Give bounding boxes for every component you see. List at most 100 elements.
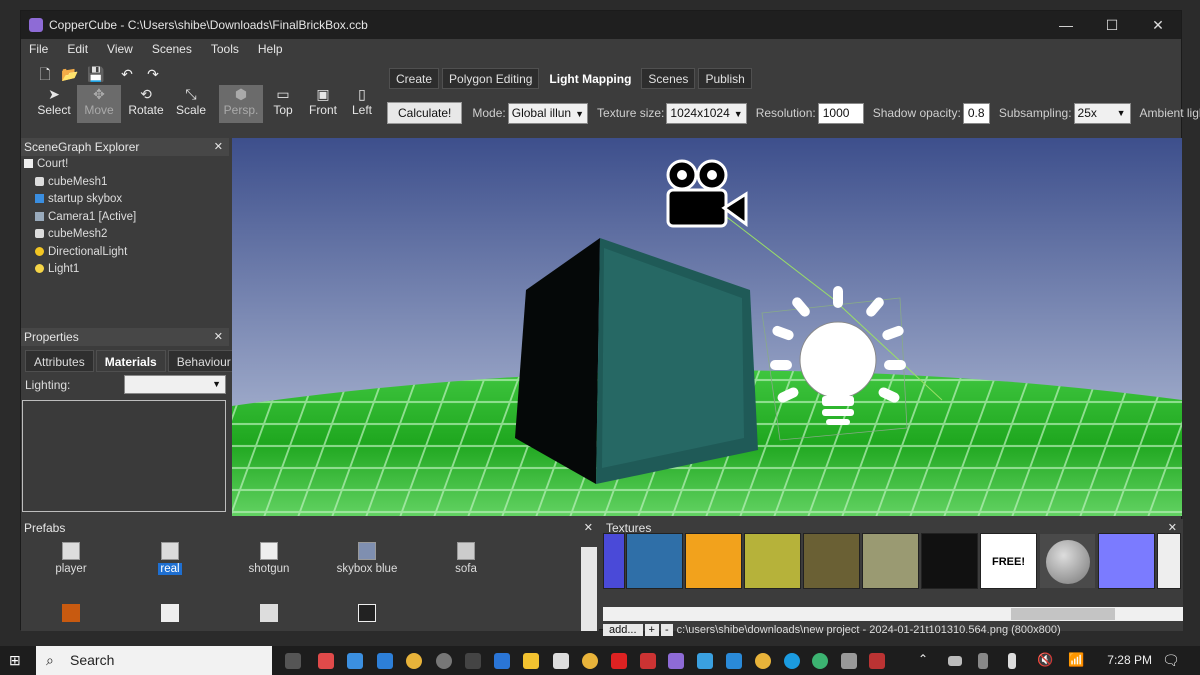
texture-thumb[interactable] — [685, 533, 742, 589]
texture-thumb[interactable] — [862, 533, 919, 589]
close-icon[interactable]: ✕ — [214, 138, 223, 156]
tab-create[interactable]: Create — [389, 68, 440, 89]
app-icon[interactable] — [697, 653, 713, 669]
menu-edit[interactable]: Edit — [67, 42, 88, 56]
texture-size-select[interactable]: 1024x1024 ▼ — [666, 102, 747, 124]
winrar-icon[interactable] — [869, 653, 885, 669]
prefab-thumbnail[interactable] — [260, 604, 278, 622]
close-icon[interactable]: ✕ — [584, 519, 593, 537]
menu-help[interactable]: Help — [258, 42, 283, 56]
wifi-icon[interactable]: 📶 — [1068, 652, 1084, 668]
zoom-in-button[interactable]: + — [644, 624, 659, 636]
store-icon[interactable] — [347, 653, 363, 669]
taskbar-clock[interactable]: 7:28 PM — [1107, 646, 1152, 675]
tab-light-mapping[interactable]: Light Mapping — [542, 68, 639, 89]
app-icon[interactable] — [640, 653, 656, 669]
resolution-input[interactable]: 1000 — [817, 102, 864, 124]
tree-item-root[interactable]: Court! — [21, 156, 229, 174]
new-file-icon[interactable]: 🗋 — [37, 67, 53, 81]
mode-select[interactable]: Global illun ▼ — [507, 102, 589, 124]
texture-thumb[interactable] — [1098, 533, 1155, 589]
tree-item-skybox[interactable]: startup skybox — [21, 191, 229, 209]
menu-scenes[interactable]: Scenes — [152, 42, 192, 56]
shadow-opacity-input[interactable]: 0.8 — [962, 102, 990, 124]
volume-icon[interactable]: 🔇 — [1037, 652, 1053, 668]
prefab-skybox-blue[interactable]: skybox blue — [327, 542, 407, 575]
usb-icon[interactable] — [1008, 653, 1016, 669]
tab-materials[interactable]: Materials — [95, 350, 166, 372]
redo-icon[interactable]: ↷ — [145, 67, 161, 81]
notifications-icon[interactable]: 🗨 — [1162, 652, 1180, 669]
maximize-button[interactable]: ☐ — [1089, 11, 1135, 39]
file-explorer-icon[interactable] — [523, 653, 539, 669]
task-view-icon[interactable] — [285, 653, 301, 669]
tab-behaviour[interactable]: Behaviour — [167, 350, 240, 372]
3d-viewport[interactable] — [232, 138, 1182, 516]
youtube-icon[interactable] — [611, 653, 627, 669]
tab-publish[interactable]: Publish — [698, 68, 752, 89]
chrome-icon[interactable] — [406, 653, 422, 669]
menu-view[interactable]: View — [107, 42, 133, 56]
texture-thumb[interactable] — [803, 533, 860, 589]
app-icon[interactable] — [494, 653, 510, 669]
rotate-tool[interactable]: ⟲ Rotate — [124, 85, 168, 123]
close-button[interactable]: ✕ — [1135, 11, 1181, 39]
app-icon[interactable] — [465, 653, 481, 669]
app-icon[interactable] — [582, 653, 598, 669]
app-icon[interactable] — [553, 653, 569, 669]
app-icon[interactable] — [726, 653, 742, 669]
prefab-thumbnail[interactable] — [62, 604, 80, 622]
open-folder-icon[interactable]: 📂 — [61, 67, 78, 81]
lighting-select[interactable]: ▼ — [124, 375, 226, 394]
select-tool[interactable]: ➤ Select — [32, 85, 76, 123]
chrome-icon[interactable] — [755, 653, 771, 669]
textures-hscrollbar[interactable] — [603, 607, 1183, 621]
battery-icon[interactable] — [948, 656, 962, 666]
texture-thumb-free[interactable]: FREE! — [980, 533, 1037, 589]
menu-file[interactable]: File — [29, 42, 48, 56]
app-icon[interactable] — [841, 653, 857, 669]
tree-item-camera1[interactable]: Camera1 [Active] — [21, 209, 229, 227]
edge-icon[interactable] — [784, 653, 800, 669]
taskbar-search[interactable]: ⌕ Search — [36, 646, 272, 675]
left-view-button[interactable]: ▯ Left — [340, 85, 384, 123]
chrome-icon[interactable] — [812, 653, 828, 669]
prefabs-scrollbar[interactable] — [581, 547, 597, 631]
tab-polygon-editing[interactable]: Polygon Editing — [442, 68, 540, 89]
top-view-button[interactable]: ▭ Top — [261, 85, 305, 123]
prefab-sofa[interactable]: sofa — [426, 542, 506, 575]
texture-thumb[interactable] — [1157, 533, 1181, 589]
perspective-view-button[interactable]: ⬢ Persp. — [219, 85, 263, 123]
texture-thumb[interactable] — [626, 533, 683, 589]
zoom-out-button[interactable]: - — [660, 624, 673, 636]
windows-start-icon[interactable]: ⊞ — [9, 653, 24, 668]
texture-thumb[interactable] — [744, 533, 801, 589]
scale-tool[interactable]: ⤡ Scale — [169, 85, 213, 123]
texture-thumb[interactable] — [921, 533, 978, 589]
front-view-button[interactable]: ▣ Front — [301, 85, 345, 123]
add-texture-button[interactable]: add... — [603, 624, 643, 636]
menu-tools[interactable]: Tools — [211, 42, 239, 56]
tree-item-cubemesh1[interactable]: cubeMesh1 — [21, 174, 229, 192]
coppercube-taskbar-icon[interactable] — [668, 653, 684, 669]
tree-item-directional-light[interactable]: DirectionalLight — [21, 244, 229, 262]
device-icon[interactable] — [978, 653, 988, 669]
mail-icon[interactable] — [377, 653, 393, 669]
tree-item-cubemesh2[interactable]: cubeMesh2 — [21, 226, 229, 244]
prefab-thumbnail[interactable] — [161, 604, 179, 622]
texture-thumb[interactable] — [603, 533, 625, 589]
scroll-thumb[interactable] — [1011, 608, 1115, 620]
tree-item-light1[interactable]: Light1 — [21, 261, 229, 279]
tab-scenes[interactable]: Scenes — [641, 68, 696, 89]
prefab-shotgun[interactable]: shotgun — [229, 542, 309, 575]
calculate-button[interactable]: Calculate! — [387, 102, 463, 124]
tab-attributes[interactable]: Attributes — [25, 350, 94, 372]
save-icon[interactable]: 💾 — [87, 67, 104, 81]
prefab-player[interactable]: player — [31, 542, 111, 575]
minimize-button[interactable]: — — [1043, 11, 1089, 39]
prefab-real[interactable]: real — [130, 542, 210, 575]
subsampling-select[interactable]: 25x ▼ — [1073, 102, 1131, 124]
texture-thumb[interactable] — [1039, 533, 1096, 589]
close-icon[interactable]: ✕ — [214, 328, 223, 346]
chevron-up-icon[interactable]: ⌃ — [918, 652, 928, 666]
